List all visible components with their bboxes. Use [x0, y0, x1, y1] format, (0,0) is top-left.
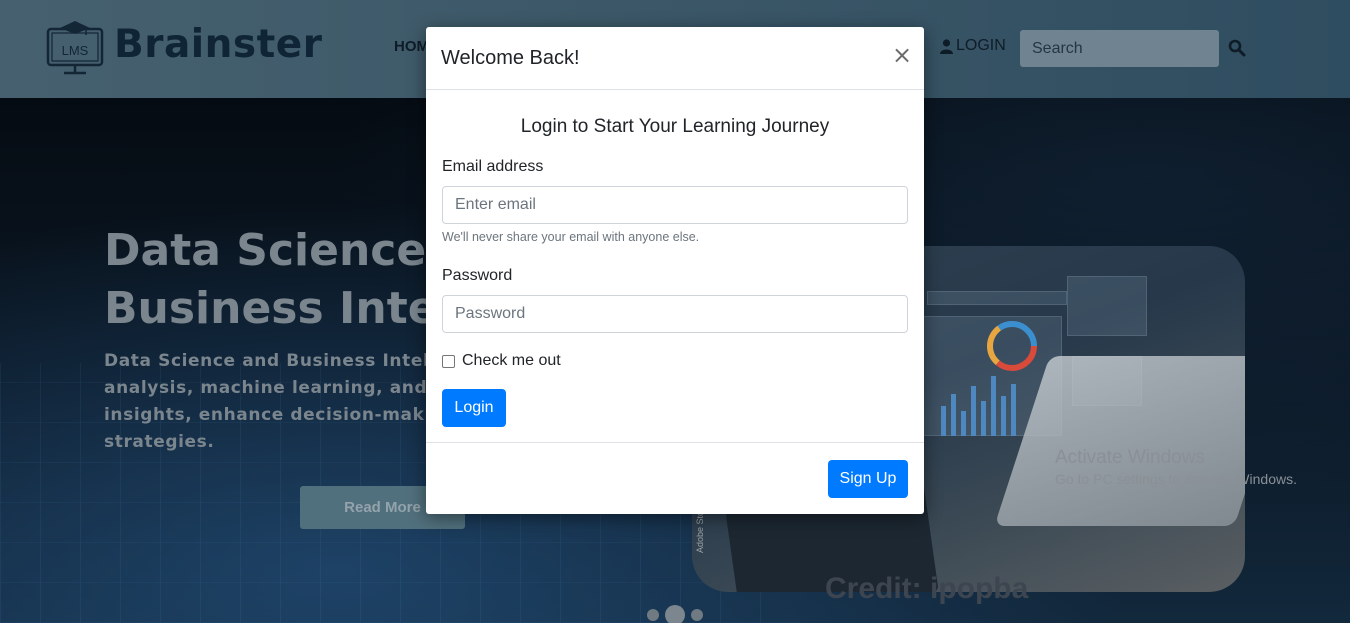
modal-footer-divider	[426, 442, 924, 443]
login-modal: Welcome Back! × Login to Start Your Lear…	[426, 27, 924, 514]
modal-title: Welcome Back!	[441, 47, 580, 69]
remember-checkbox[interactable]	[442, 354, 455, 368]
password-field[interactable]	[442, 295, 908, 333]
sign-up-button[interactable]: Sign Up	[828, 460, 908, 498]
modal-subtitle: Login to Start Your Learning Journey	[520, 116, 830, 137]
remember-label[interactable]: Check me out	[462, 352, 561, 370]
email-label: Email address	[442, 158, 544, 175]
email-field[interactable]	[442, 186, 908, 224]
password-label: Password	[442, 267, 513, 284]
modal-header: Welcome Back! ×	[426, 27, 924, 90]
close-icon[interactable]: ×	[891, 41, 913, 69]
email-help-text: We'll never share your email with anyone…	[442, 230, 700, 244]
remember-me-row: Check me out	[442, 352, 561, 370]
login-button[interactable]: Login	[442, 389, 506, 427]
